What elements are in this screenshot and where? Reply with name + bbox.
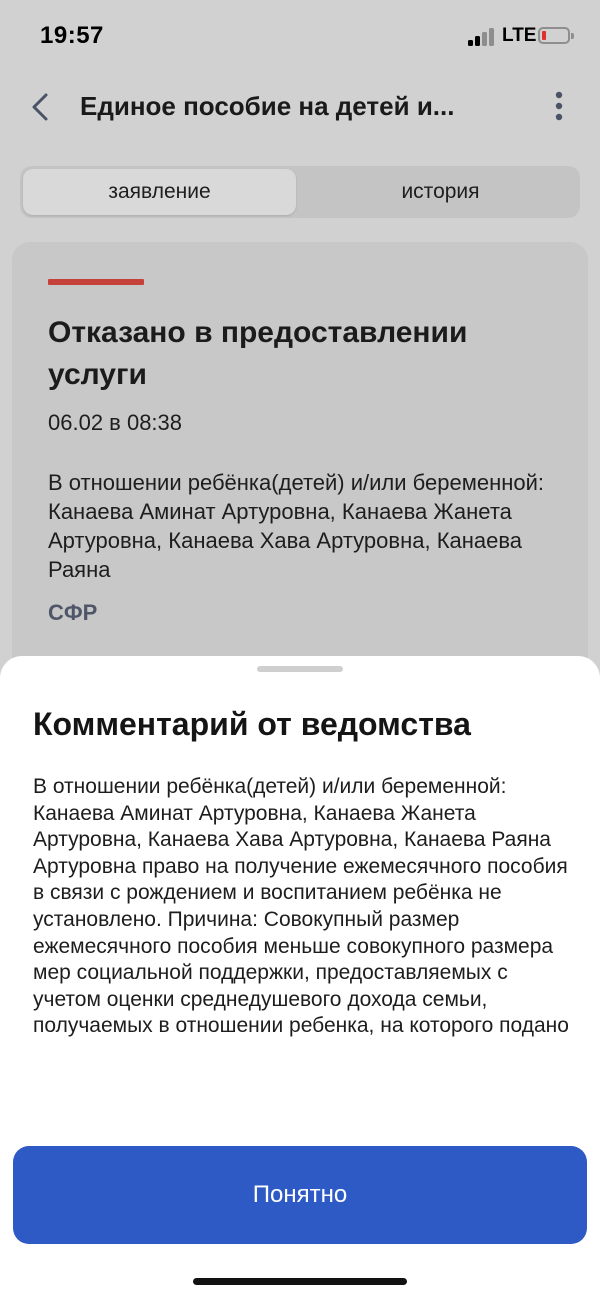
status-date: 06.02 в 08:38: [48, 410, 183, 435]
agency-label: СФР: [48, 600, 98, 625]
nav-bar: Единое пособие на детей и...: [0, 72, 600, 142]
ok-button[interactable]: Понятно: [13, 1146, 587, 1244]
tab-history[interactable]: история: [304, 169, 577, 215]
page-title: Единое пособие на детей и...: [80, 91, 455, 121]
battery-icon: [538, 27, 574, 44]
sheet-drag-handle[interactable]: [257, 666, 343, 672]
status-description: В отношении ребёнка(детей) и/или беремен…: [48, 470, 545, 582]
status-time: 19:57: [40, 22, 104, 49]
home-indicator: [193, 1278, 407, 1285]
sheet-title: Комментарий от ведомства: [33, 706, 471, 742]
comment-bottom-sheet: Комментарий от ведомства В отношении реб…: [0, 656, 600, 1298]
tab-switcher: заявление история: [20, 166, 580, 218]
status-accent-bar: [48, 279, 144, 285]
network-label: LTE: [502, 25, 537, 46]
signal-icon: [468, 26, 498, 46]
status-title: Отказано в предоставлении услуги: [48, 316, 468, 391]
more-vertical-icon[interactable]: [546, 88, 572, 124]
sheet-comment-text: В отношении ребёнка(детей) и/или беремен…: [33, 775, 569, 1038]
chevron-left-icon[interactable]: [26, 90, 58, 124]
tab-application[interactable]: заявление: [23, 169, 296, 215]
status-bar: 19:57 LTE: [0, 0, 600, 72]
